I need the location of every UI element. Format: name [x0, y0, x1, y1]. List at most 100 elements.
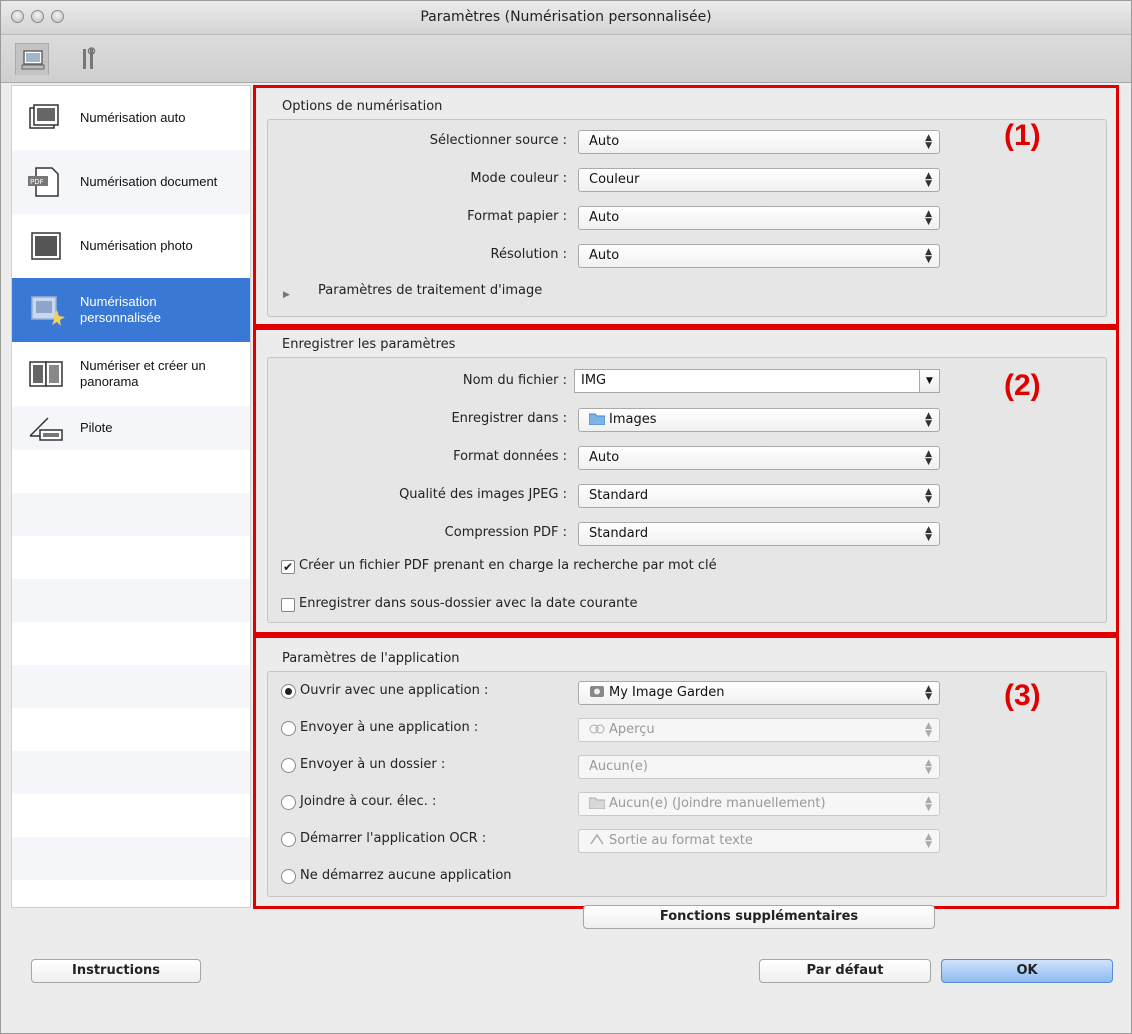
dropdown-arrow-icon[interactable]: ▼: [919, 370, 939, 392]
stepper-arrows-icon: ▲ ▼: [925, 449, 932, 467]
start-ocr-radio[interactable]: [281, 832, 296, 847]
sidebar-empty-row: [12, 880, 250, 907]
sidebar-empty-row: [12, 493, 250, 536]
stepper-arrows-icon: ▲ ▼: [925, 133, 932, 151]
stepper-arrows-icon: ▲ ▼: [925, 525, 932, 543]
sidebar-empty-row: [12, 708, 250, 751]
stepper-arrows-icon: ▲ ▼: [925, 209, 932, 227]
open-with-app-select[interactable]: My Image Garden ▲ ▼: [578, 681, 940, 705]
stepper-arrows-icon: ▲ ▼: [925, 487, 932, 505]
sidebar-item-driver[interactable]: Pilote: [12, 406, 250, 450]
scan-type-sidebar: Numérisation auto PDF Numérisation docum…: [11, 85, 251, 908]
pdf-compression-select[interactable]: Standard ▲ ▼: [578, 522, 940, 546]
open-with-app-radio[interactable]: [281, 684, 296, 699]
jpeg-quality-select[interactable]: Standard ▲ ▼: [578, 484, 940, 508]
jpeg-quality-label: Qualité des images JPEG :: [399, 487, 567, 502]
send-to-app-radio[interactable]: [281, 721, 296, 736]
paper-size-label: Format papier :: [467, 209, 567, 224]
sidebar-item-label: Pilote: [80, 420, 113, 435]
my-image-garden-icon: [590, 686, 604, 697]
source-label: Sélectionner source :: [429, 133, 567, 148]
more-functions-button[interactable]: Fonctions supplémentaires: [583, 905, 935, 929]
app-settings-title: Paramètres de l'application: [282, 651, 460, 666]
start-ocr-label[interactable]: Démarrer l'application OCR :: [300, 831, 486, 846]
save-in-select[interactable]: Images ▲ ▼: [578, 408, 940, 432]
sidebar-item-photo-scan[interactable]: Numérisation photo: [12, 214, 250, 278]
defaults-button[interactable]: Par défaut: [759, 959, 931, 983]
subfolder-label[interactable]: Enregistrer dans sous-dossier avec la da…: [299, 596, 638, 611]
scan-tab-icon[interactable]: [15, 43, 49, 75]
attach-email-label[interactable]: Joindre à cour. élec. :: [300, 794, 436, 809]
folder-icon: [589, 797, 605, 809]
sidebar-item-label: Numériser et créer un panorama: [80, 358, 206, 389]
start-ocr-select[interactable]: Sortie au format texte ▲ ▼: [578, 829, 940, 853]
photo-scan-icon: [31, 232, 61, 260]
image-processing-toggle[interactable]: Paramètres de traitement d'image: [318, 283, 542, 298]
settings-window: Paramètres (Numérisation personnalisée): [0, 0, 1132, 1034]
resolution-select[interactable]: Auto ▲ ▼: [578, 244, 940, 268]
color-mode-select[interactable]: Couleur ▲ ▼: [578, 168, 940, 192]
title-bar: Paramètres (Numérisation personnalisée): [1, 1, 1131, 35]
filename-combo[interactable]: IMG ▼: [574, 369, 940, 393]
source-select[interactable]: Auto ▲ ▼: [578, 130, 940, 154]
tools-tab-icon[interactable]: [71, 43, 105, 75]
open-with-app-label[interactable]: Ouvrir avec une application :: [300, 683, 488, 698]
disclosure-triangle-icon[interactable]: ▶: [283, 290, 290, 300]
searchable-pdf-label[interactable]: Créer un fichier PDF prenant en charge l…: [299, 558, 717, 573]
sidebar-item-panorama[interactable]: Numériser et créer un panorama: [12, 342, 250, 406]
subfolder-checkbox[interactable]: [281, 598, 295, 612]
ocr-text-icon: [590, 833, 604, 845]
resolution-label: Résolution :: [490, 247, 567, 262]
stepper-arrows-icon: ▲ ▼: [925, 758, 932, 776]
preview-app-icon: [589, 724, 605, 734]
send-to-folder-select[interactable]: Aucun(e) ▲ ▼: [578, 755, 940, 779]
section-number-2: (2): [1004, 369, 1041, 402]
stepper-arrows-icon: ▲ ▼: [925, 411, 932, 429]
toolbar: [1, 35, 1131, 83]
no-app-radio[interactable]: [281, 869, 296, 884]
stepper-arrows-icon: ▲ ▼: [925, 247, 932, 265]
auto-scan-icon: [29, 104, 59, 129]
sidebar-item-label: Numérisation document: [80, 174, 218, 189]
sidebar-empty-row: [12, 579, 250, 622]
pdf-compression-label: Compression PDF :: [444, 525, 567, 540]
driver-icon: [29, 417, 63, 441]
send-to-folder-radio[interactable]: [281, 758, 296, 773]
color-mode-label: Mode couleur :: [470, 171, 567, 186]
send-to-app-select[interactable]: Aperçu ▲ ▼: [578, 718, 940, 742]
section-number-1: (1): [1004, 119, 1041, 152]
data-format-label: Format données :: [453, 449, 567, 464]
sidebar-empty-row: [12, 751, 250, 794]
pdf-document-icon: PDF: [28, 167, 59, 197]
sidebar-item-label: Numérisation photo: [80, 238, 193, 253]
stepper-arrows-icon: ▲ ▼: [925, 795, 932, 813]
section-number-3: (3): [1004, 679, 1041, 712]
attach-email-select[interactable]: Aucun(e) (Joindre manuellement) ▲ ▼: [578, 792, 940, 816]
custom-scan-icon: [31, 296, 65, 326]
sidebar-empty-row: [12, 665, 250, 708]
stepper-arrows-icon: ▲ ▼: [925, 832, 932, 850]
save-in-label: Enregistrer dans :: [451, 411, 567, 426]
sidebar-empty-row: [12, 450, 250, 493]
filename-label: Nom du fichier :: [462, 373, 567, 388]
paper-size-select[interactable]: Auto ▲ ▼: [578, 206, 940, 230]
ok-button[interactable]: OK: [941, 959, 1113, 983]
no-app-label[interactable]: Ne démarrez aucune application: [300, 868, 512, 883]
stepper-arrows-icon: ▲ ▼: [925, 721, 932, 739]
attach-email-radio[interactable]: [281, 795, 296, 810]
send-to-folder-label[interactable]: Envoyer à un dossier :: [300, 757, 445, 772]
window-title: Paramètres (Numérisation personnalisée): [420, 9, 712, 25]
instructions-button[interactable]: Instructions: [31, 959, 201, 983]
sidebar-empty-row: [12, 794, 250, 837]
data-format-select[interactable]: Auto ▲ ▼: [578, 446, 940, 470]
save-settings-title: Enregistrer les paramètres: [282, 337, 456, 352]
send-to-app-label[interactable]: Envoyer à une application :: [300, 720, 478, 735]
sidebar-item-document-scan[interactable]: PDF Numérisation document: [12, 150, 250, 214]
folder-icon: [589, 413, 605, 425]
sidebar-item-label: Numérisation personnalisée: [80, 294, 161, 325]
stepper-arrows-icon: ▲ ▼: [925, 684, 932, 702]
sidebar-item-auto-scan[interactable]: Numérisation auto: [12, 86, 250, 150]
sidebar-item-custom-scan[interactable]: Numérisation personnalisée: [12, 278, 250, 342]
searchable-pdf-checkbox[interactable]: ✔: [281, 560, 295, 574]
stepper-arrows-icon: ▲ ▼: [925, 171, 932, 189]
